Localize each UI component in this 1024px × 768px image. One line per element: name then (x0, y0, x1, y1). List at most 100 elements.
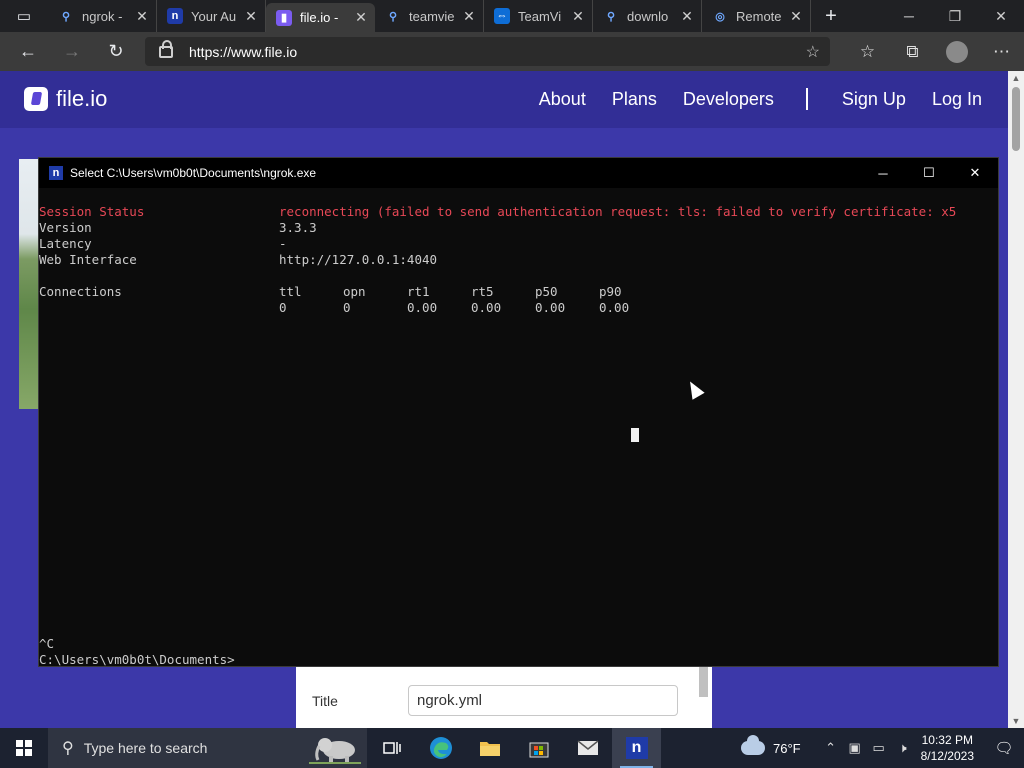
tab-your-au[interactable]: n Your Au ✕ (157, 0, 266, 32)
system-tray: 76°F ⌃ ▣ ▭ 🕨 10:32 PM 8/12/2023 🗨 (741, 728, 1024, 768)
forward-icon[interactable]: → (50, 41, 94, 62)
clock-date: 8/12/2023 (920, 749, 974, 763)
taskbar-ngrok[interactable]: n (612, 728, 661, 768)
minimize-icon[interactable]: ─ (886, 0, 932, 32)
ngrok-icon: n (625, 737, 648, 759)
tab-fileio[interactable]: ▮ file.io - ✕ (266, 3, 375, 32)
nav-plans-link[interactable]: Plans (612, 89, 657, 110)
temperature: 76°F (773, 740, 801, 756)
clock[interactable]: 10:32 PM 8/12/2023 (921, 732, 974, 764)
browser-window-controls: ─ ❐ ✕ (886, 0, 1024, 32)
maximize-icon[interactable]: ☐ (906, 158, 952, 188)
close-tab-icon[interactable]: ✕ (461, 8, 477, 25)
search-icon: ⚲ (388, 10, 398, 23)
close-tab-icon[interactable]: ✕ (788, 8, 804, 25)
close-tab-icon[interactable]: ✕ (134, 8, 150, 25)
browser-tab-strip: ▭ ⚲ ngrok - ✕ n Your Au ✕ ▮ file.io - ✕ … (0, 0, 1024, 32)
site-header: file.io About Plans Developers Sign Up L… (0, 71, 1008, 128)
conn-value-rt5: 0.00 (471, 300, 502, 315)
tab-ngrok-search[interactable]: ⚲ ngrok - ✕ (48, 0, 157, 32)
meet-now-icon[interactable]: ▣ (843, 740, 867, 756)
nav-signup-link[interactable]: Sign Up (842, 89, 906, 110)
conn-value-p50: 0.00 (535, 300, 566, 315)
chevron-up-icon[interactable]: ⌃ (819, 740, 843, 756)
tab-download-search[interactable]: ⚲ downlo ✕ (593, 0, 702, 32)
search-icon: ⚲ (62, 740, 74, 757)
teamviewer-icon: ⇔ (494, 8, 510, 24)
search-icon: ⚲ (606, 10, 616, 23)
restore-icon[interactable]: ❐ (932, 0, 978, 32)
notification-icon[interactable]: 🗨 (984, 739, 1024, 757)
collections-icon[interactable]: ⧉ (890, 42, 935, 62)
upload-form-card: Title ngrok.yml (296, 665, 712, 728)
close-tab-icon[interactable]: ✕ (243, 8, 259, 25)
nav-developers-link[interactable]: Developers (683, 89, 774, 110)
remote-icon: ◎ (715, 10, 725, 23)
console-titlebar[interactable]: n Select C:\Users\vm0b0t\Documents\ngrok… (39, 158, 998, 188)
url-text[interactable]: https://www.file.io (189, 44, 297, 60)
taskbar-store[interactable] (514, 728, 563, 768)
page-scrollbar[interactable]: ▲ ▼ (1008, 71, 1024, 728)
tab-teamviewer[interactable]: ⇔ TeamVi ✕ (484, 0, 593, 32)
network-icon[interactable]: ▭ (867, 740, 891, 756)
taskbar-edge[interactable] (416, 728, 465, 768)
windows-taskbar: ⚲ Type here to search n 76°F ⌃ ▣ ▭ 🕨 10:… (0, 728, 1024, 768)
address-bar[interactable]: https://www.file.io ☆ (145, 37, 830, 66)
volume-muted-icon[interactable]: 🕨 (891, 740, 915, 756)
tab-title: file.io - (300, 10, 339, 25)
tab-actions-icon[interactable]: ▭ (0, 0, 48, 32)
tab-title: Your Au (191, 8, 237, 24)
title-input[interactable]: ngrok.yml (408, 685, 678, 716)
new-tab-button[interactable]: + (811, 0, 851, 32)
scroll-up-icon[interactable]: ▲ (1008, 73, 1024, 83)
minimize-icon[interactable]: ─ (860, 158, 906, 188)
version-value: 3.3.3 (279, 220, 317, 235)
nav-login-link[interactable]: Log In (932, 89, 982, 110)
profile-avatar[interactable] (946, 40, 968, 63)
title-label: Title (312, 693, 338, 709)
conn-header-ttl: ttl (279, 284, 302, 299)
clock-time: 10:32 PM (921, 733, 973, 747)
console-title: Select C:\Users\vm0b0t\Documents\ngrok.e… (70, 166, 317, 180)
more-options-icon[interactable]: ⋯ (979, 42, 1024, 62)
taskbar-file-explorer[interactable] (465, 728, 514, 768)
conn-value-p90: 0.00 (599, 300, 630, 315)
mail-icon (577, 740, 598, 755)
session-status-value: reconnecting (failed to send authenticat… (279, 204, 957, 219)
console-window-controls: ─ ☐ ✕ (860, 158, 998, 188)
task-view-button[interactable] (367, 728, 416, 768)
tab-title: TeamVi (518, 8, 562, 24)
toolbar-right: ☆ ⧉ ⋯ (845, 32, 1024, 71)
fileio-logo[interactable]: file.io (24, 86, 107, 112)
tab-remote[interactable]: ◎ Remote ✕ (702, 0, 811, 32)
taskbar-search-box[interactable]: ⚲ Type here to search (48, 728, 367, 768)
nav-about-link[interactable]: About (539, 89, 586, 110)
terminal-output[interactable]: Session Status reconnecting (failed to s… (39, 188, 998, 668)
close-tab-icon[interactable]: ✕ (679, 8, 695, 25)
close-tab-icon[interactable]: ✕ (570, 8, 586, 25)
scroll-down-icon[interactable]: ▼ (1008, 716, 1024, 726)
card-scrollbar[interactable] (699, 667, 708, 697)
ngrok-icon: n (49, 166, 63, 180)
tab-teamviewer-search[interactable]: ⚲ teamvie ✕ (375, 0, 484, 32)
add-favorite-icon[interactable]: ☆ (806, 42, 820, 62)
conn-value-ttl: 0 (279, 300, 287, 315)
favorites-icon[interactable]: ☆ (845, 42, 890, 62)
ngrok-icon: n (167, 8, 183, 24)
conn-value-rt1: 0.00 (407, 300, 438, 315)
close-icon[interactable]: ✕ (978, 0, 1024, 32)
close-icon[interactable]: ✕ (952, 158, 998, 188)
conn-header-opn: opn (343, 284, 366, 299)
weather-widget[interactable]: 76°F (741, 735, 801, 756)
lock-icon[interactable] (159, 39, 173, 58)
taskbar-mail[interactable] (563, 728, 612, 768)
close-tab-icon[interactable]: ✕ (353, 9, 369, 26)
refresh-icon[interactable]: ↻ (94, 41, 138, 62)
command-prompt[interactable]: C:\Users\vm0b0t\Documents> (39, 652, 235, 668)
search-placeholder: Type here to search (83, 740, 208, 756)
cloud-icon (741, 735, 765, 755)
scrollbar-thumb[interactable] (1012, 87, 1020, 151)
start-button[interactable] (0, 728, 48, 768)
tab-title: downlo (627, 8, 669, 24)
back-icon[interactable]: ← (6, 41, 50, 62)
